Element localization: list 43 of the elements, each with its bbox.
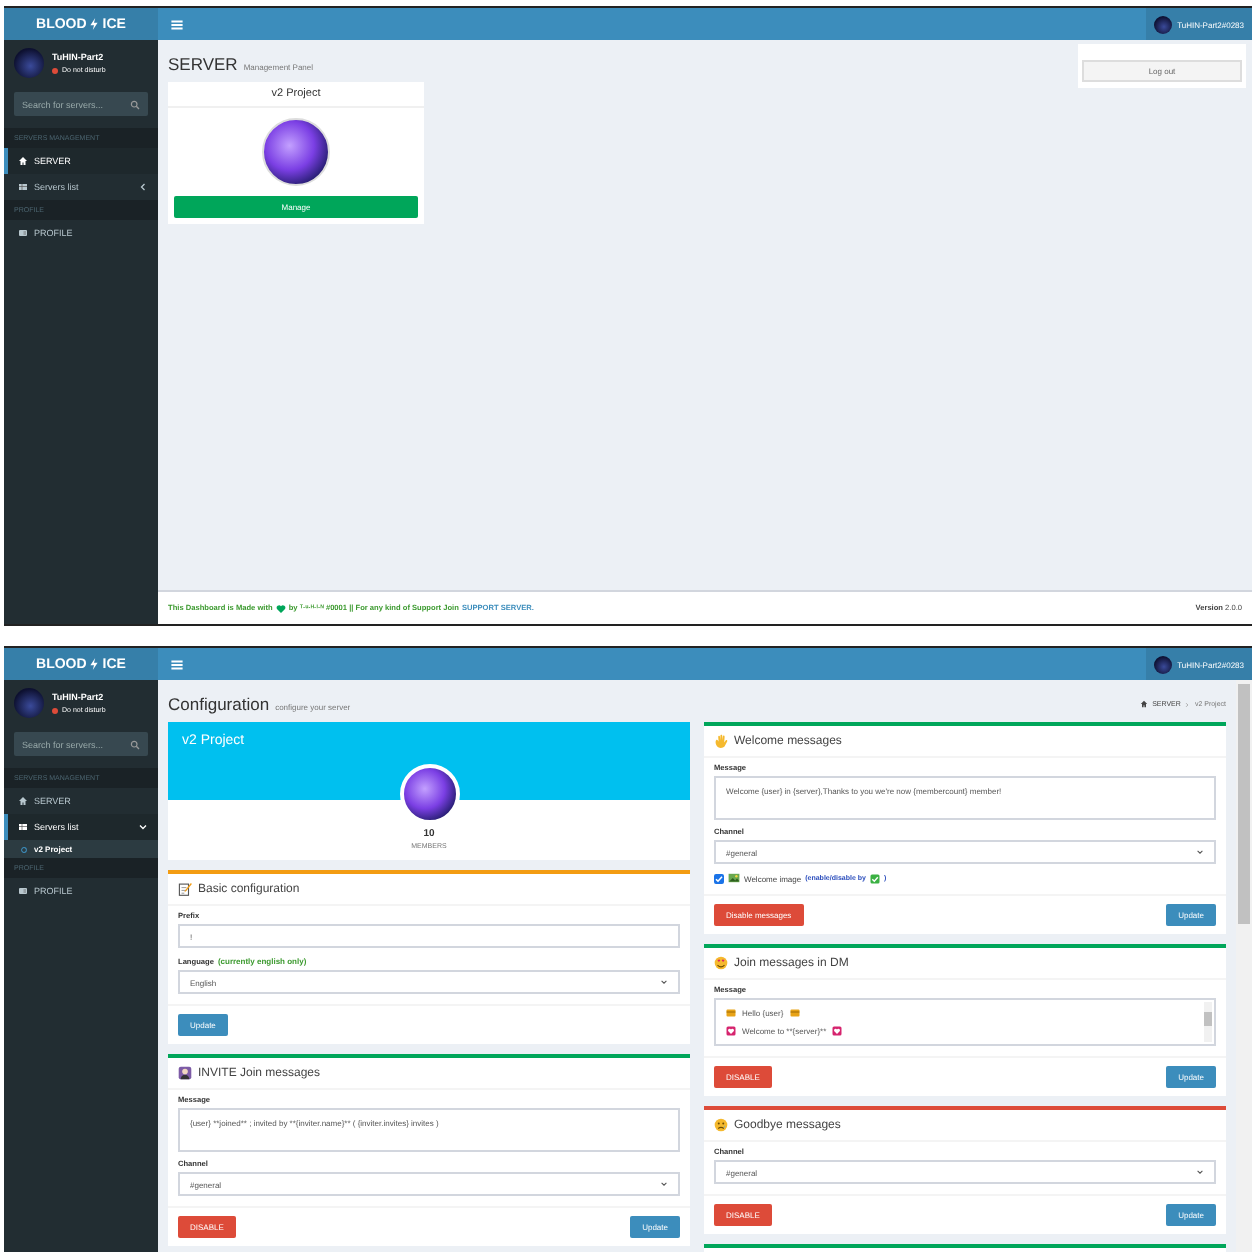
status-dot: [52, 707, 58, 713]
smiley-icon: [714, 956, 728, 970]
person-icon: [178, 1066, 192, 1080]
page-title: SERVER: [168, 54, 238, 74]
user-avatar: [1153, 15, 1172, 33]
notepad-icon: [178, 882, 192, 896]
lightning-icon: [88, 658, 101, 670]
scrollbar[interactable]: [1236, 680, 1252, 1252]
check-mark-icon: [869, 873, 880, 883]
box-icon: [789, 1008, 800, 1018]
search-icon: [130, 739, 140, 749]
heart-icon: [275, 603, 286, 613]
picture-icon: [728, 872, 740, 884]
page-title: Configuration: [168, 694, 270, 714]
heart-icon: [726, 1026, 736, 1036]
waving-hand-icon: [714, 734, 728, 748]
home-icon: [18, 156, 28, 166]
profile-card-icon: [18, 228, 28, 238]
home-icon: [18, 796, 28, 806]
caret-icon: [1196, 1168, 1204, 1176]
home-icon: [1140, 700, 1149, 708]
list-icon: [18, 822, 28, 832]
checkbox[interactable]: [714, 873, 724, 883]
caret-icon: [1196, 848, 1204, 856]
tick-icon: [714, 873, 724, 883]
box-icon: [726, 1008, 736, 1018]
profile-card-icon: [18, 886, 28, 896]
menu-icon[interactable]: [170, 657, 184, 671]
caret-icon: [660, 978, 668, 986]
lightning-icon: [88, 18, 101, 30]
search-icon: [130, 99, 140, 109]
list-icon: [18, 182, 28, 192]
menu-icon[interactable]: [170, 17, 184, 31]
user-avatar: [1153, 655, 1172, 673]
user-avatar: [14, 48, 44, 78]
status-dot: [52, 67, 58, 73]
circle-icon: [20, 845, 28, 853]
heart-icon: [832, 1026, 843, 1036]
scrollbar[interactable]: [1204, 1002, 1212, 1042]
server-avatar: [262, 118, 330, 186]
sad-face-icon: [714, 1118, 728, 1132]
caret-icon: [660, 1180, 668, 1188]
user-avatar: [14, 688, 44, 718]
